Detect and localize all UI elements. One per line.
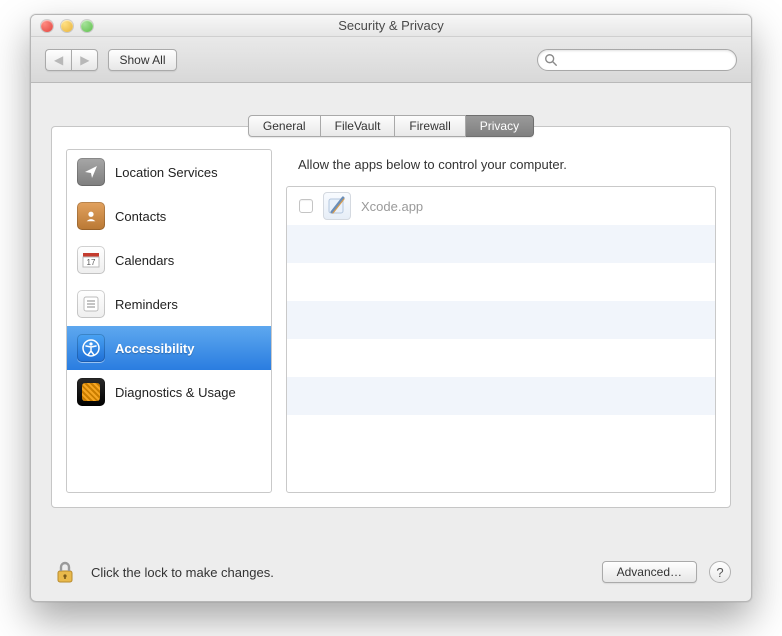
tab-privacy[interactable]: Privacy (466, 115, 534, 137)
sidebar-item-diagnostics[interactable]: Diagnostics & Usage (67, 370, 271, 414)
empty-row (287, 339, 715, 377)
show-all-button[interactable]: Show All (108, 49, 176, 71)
search-field-wrapper (537, 49, 737, 71)
allowed-apps-list: Xcode.app (286, 186, 716, 493)
accessibility-icon (77, 334, 105, 362)
back-button[interactable]: ◀ (45, 49, 71, 71)
sidebar-item-label: Reminders (115, 297, 178, 312)
reminders-icon (77, 290, 105, 318)
minimize-window-button[interactable] (61, 20, 73, 32)
sidebar-item-label: Diagnostics & Usage (115, 385, 236, 400)
tab-filevault[interactable]: FileVault (321, 115, 396, 137)
app-row[interactable]: Xcode.app (287, 187, 715, 225)
window-title: Security & Privacy (31, 18, 751, 33)
toolbar: ◀ ▶ Show All (31, 37, 751, 83)
xcode-icon (323, 192, 351, 220)
sidebar-item-label: Accessibility (115, 341, 195, 356)
location-icon (77, 158, 105, 186)
sidebar-item-location-services[interactable]: Location Services (67, 150, 271, 194)
lock-icon (52, 559, 78, 585)
app-name-label: Xcode.app (361, 199, 423, 214)
search-input[interactable] (537, 49, 737, 71)
window-controls (31, 20, 93, 32)
advanced-button[interactable]: Advanced… (602, 561, 697, 583)
chevron-right-icon: ▶ (80, 54, 89, 66)
sidebar-item-reminders[interactable]: Reminders (67, 282, 271, 326)
empty-row (287, 225, 715, 263)
tab-row: General FileVault Firewall Privacy (31, 83, 751, 137)
tab-general[interactable]: General (248, 115, 321, 137)
help-button[interactable]: ? (709, 561, 731, 583)
tab-firewall[interactable]: Firewall (395, 115, 465, 137)
footer: Click the lock to make changes. Advanced… (31, 543, 751, 601)
titlebar: Security & Privacy (31, 15, 751, 37)
close-window-button[interactable] (41, 20, 53, 32)
detail-pane: Allow the apps below to control your com… (286, 149, 716, 493)
calendar-icon: 17 (77, 246, 105, 274)
sidebar-item-accessibility[interactable]: Accessibility (67, 326, 271, 370)
detail-heading: Allow the apps below to control your com… (286, 149, 716, 186)
search-icon (544, 53, 558, 67)
contacts-icon (77, 202, 105, 230)
sidebar-item-label: Location Services (115, 165, 218, 180)
forward-button[interactable]: ▶ (71, 49, 98, 71)
empty-row (287, 301, 715, 339)
nav-back-forward: ◀ ▶ (45, 49, 98, 71)
empty-row (287, 415, 715, 453)
empty-row (287, 377, 715, 415)
chevron-left-icon: ◀ (54, 54, 63, 66)
preferences-window: Security & Privacy ◀ ▶ Show All General … (30, 14, 752, 602)
empty-row (287, 263, 715, 301)
sidebar-item-calendars[interactable]: 17 Calendars (67, 238, 271, 282)
diagnostics-icon (77, 378, 105, 406)
sidebar-item-label: Contacts (115, 209, 166, 224)
lock-hint-label: Click the lock to make changes. (91, 565, 274, 580)
app-checkbox[interactable] (299, 199, 313, 213)
sidebar-item-label: Calendars (115, 253, 174, 268)
sidebar-item-contacts[interactable]: Contacts (67, 194, 271, 238)
help-icon: ? (716, 565, 723, 580)
zoom-window-button[interactable] (81, 20, 93, 32)
lock-button[interactable] (51, 558, 79, 586)
content-panel: Location Services Contacts 17 Calendars … (51, 126, 731, 508)
svg-text:17: 17 (87, 258, 96, 267)
privacy-category-list: Location Services Contacts 17 Calendars … (66, 149, 272, 493)
